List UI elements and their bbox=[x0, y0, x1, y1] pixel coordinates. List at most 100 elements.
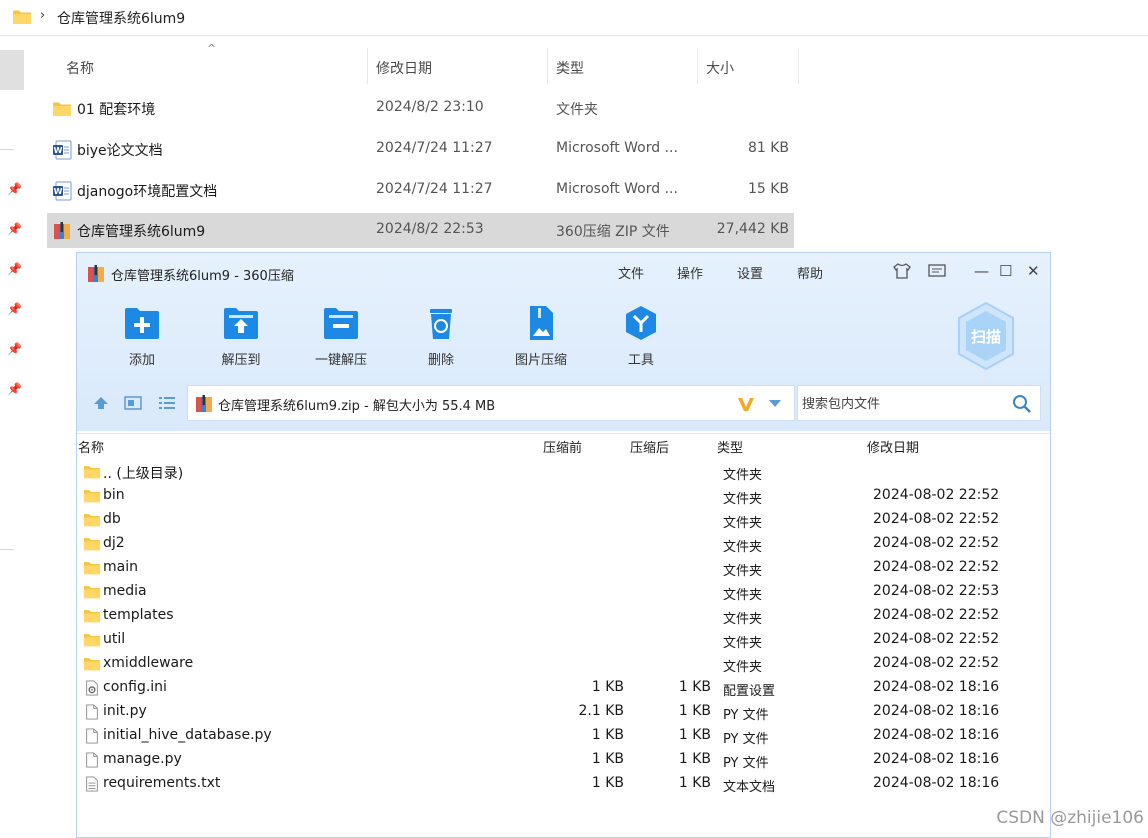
archive-row[interactable]: .. (上级目录) 文件夹 bbox=[77, 460, 1050, 484]
pin-icon[interactable]: 📌 bbox=[7, 222, 22, 236]
list-header-before[interactable]: 压缩前 bbox=[543, 437, 582, 456]
skin-icon[interactable] bbox=[892, 262, 912, 280]
column-header-size[interactable]: 大小 bbox=[706, 58, 734, 94]
archive-item-modified: 2024-08-02 18:16 bbox=[873, 727, 1000, 743]
file-type: Microsoft Word ... bbox=[556, 140, 678, 156]
archive-item-modified: 2024-08-02 22:52 bbox=[873, 631, 1000, 647]
file-type: 360压缩 ZIP 文件 bbox=[556, 224, 670, 240]
image-compress-button[interactable]: 图片压缩 bbox=[506, 299, 576, 369]
archive-item-modified: 2024-08-02 18:16 bbox=[873, 775, 1000, 791]
address-bar[interactable]: › 仓库管理系统6lum9 bbox=[0, 0, 1148, 36]
search-input[interactable] bbox=[802, 394, 1002, 414]
list-header-type[interactable]: 类型 bbox=[717, 437, 743, 456]
archive-item-type: 文件夹 bbox=[723, 492, 763, 507]
chevron-right-icon[interactable]: › bbox=[40, 8, 45, 23]
archive-row[interactable]: main 文件夹 2024-08-02 22:52 bbox=[77, 556, 1050, 580]
file-type: 文件夹 bbox=[556, 102, 598, 118]
archive-row[interactable]: media 文件夹 2024-08-02 22:53 bbox=[77, 580, 1050, 604]
file-row-selected[interactable]: 仓库管理系统6lum9 2024/8/2 22:53 360压缩 ZIP 文件 … bbox=[47, 213, 794, 248]
archive-row[interactable]: config.ini 1 KB 1 KB 配置设置 2024-08-02 18:16 bbox=[77, 676, 1050, 700]
archive-row[interactable]: requirements.txt 1 KB 1 KB 文本文档 2024-08-02 1… bbox=[77, 772, 1050, 796]
minimize-icon[interactable]: — bbox=[974, 262, 989, 280]
archive-path-field[interactable]: 仓库管理系统6lum9.zip - 解包大小为 55.4 MB bbox=[187, 385, 795, 421]
file-size: 27,442 KB bbox=[716, 221, 789, 237]
add-icon bbox=[125, 308, 159, 339]
list-header-after[interactable]: 压缩后 bbox=[630, 437, 669, 456]
archive-item-type: PY 文件 bbox=[723, 756, 769, 771]
archive-item-modified: 2024-08-02 22:52 bbox=[873, 535, 1000, 551]
archive-item-type: 文件夹 bbox=[723, 540, 763, 555]
archive-row[interactable]: db 文件夹 2024-08-02 22:52 bbox=[77, 508, 1050, 532]
folder-icon bbox=[83, 512, 101, 528]
config-file-icon bbox=[83, 680, 101, 696]
up-arrow-icon[interactable] bbox=[93, 396, 109, 410]
column-header-name[interactable]: 名称 bbox=[66, 58, 94, 94]
menu-help[interactable]: 帮助 bbox=[797, 263, 823, 282]
watermark: CSDN @zhijie106 bbox=[996, 808, 1144, 828]
archive-row[interactable]: templates 文件夹 2024-08-02 22:52 bbox=[77, 604, 1050, 628]
archive-item-size-after: 1 KB bbox=[678, 727, 711, 743]
menu-operate[interactable]: 操作 bbox=[677, 263, 703, 282]
nav-divider bbox=[0, 549, 14, 550]
one-click-extract-button[interactable]: 一键解压 bbox=[306, 299, 376, 369]
archive-item-modified: 2024-08-02 22:52 bbox=[873, 607, 1000, 623]
file-modified: 2024/7/24 11:27 bbox=[376, 140, 493, 156]
file-size: 15 KB bbox=[747, 181, 789, 197]
vip-icon[interactable] bbox=[736, 394, 756, 414]
archive-item-name: templates bbox=[103, 607, 174, 623]
thumbnail-view-icon[interactable] bbox=[124, 396, 142, 410]
list-header-modified[interactable]: 修改日期 bbox=[867, 437, 919, 456]
folder-icon bbox=[52, 99, 72, 119]
archive-row[interactable]: xmiddleware 文件夹 2024-08-02 22:52 bbox=[77, 652, 1050, 676]
file-row[interactable]: djanogo环境配置文档 2024/7/24 11:27 Microsoft … bbox=[47, 173, 794, 208]
list-view-icon[interactable] bbox=[158, 396, 176, 410]
archive-row[interactable]: dj2 文件夹 2024-08-02 22:52 bbox=[77, 532, 1050, 556]
tools-button[interactable]: 工具 bbox=[606, 299, 676, 369]
zip-app-logo-icon bbox=[86, 264, 106, 284]
scan-button[interactable]: 扫描 bbox=[955, 301, 1017, 371]
folder-icon bbox=[83, 632, 101, 648]
pin-icon[interactable]: 📌 bbox=[7, 302, 22, 316]
column-header-type[interactable]: 类型 bbox=[556, 58, 584, 94]
archive-row[interactable]: bin 文件夹 2024-08-02 22:52 bbox=[77, 484, 1050, 508]
delete-button[interactable]: 删除 bbox=[406, 299, 476, 369]
file-row[interactable]: 01 配套环境 2024/8/2 23:10 文件夹 bbox=[47, 91, 794, 126]
close-icon[interactable]: ✕ bbox=[1027, 262, 1040, 280]
add-button[interactable]: 添加 bbox=[107, 299, 177, 369]
archive-item-type: PY 文件 bbox=[723, 732, 769, 747]
archive-item-type: 文件夹 bbox=[723, 636, 763, 651]
archive-item-size-after: 1 KB bbox=[678, 751, 711, 767]
one-click-extract-icon bbox=[324, 308, 358, 339]
archive-item-name: config.ini bbox=[103, 679, 167, 695]
maximize-icon[interactable]: ☐ bbox=[999, 262, 1012, 280]
archive-item-name: media bbox=[103, 583, 147, 599]
pin-icon[interactable]: 📌 bbox=[7, 262, 22, 276]
scan-shield-icon: 扫描 bbox=[958, 301, 1014, 371]
search-icon[interactable] bbox=[1012, 394, 1032, 414]
file-row[interactable]: biye论文文档 2024/7/24 11:27 Microsoft Word … bbox=[47, 132, 794, 167]
menu-settings[interactable]: 设置 bbox=[737, 263, 763, 282]
search-field[interactable] bbox=[797, 385, 1041, 421]
archive-item-type: 文本文档 bbox=[723, 780, 776, 795]
archive-row[interactable]: initial_hive_database.py 1 KB 1 KB PY 文件 202… bbox=[77, 724, 1050, 748]
feedback-icon[interactable] bbox=[927, 263, 947, 279]
chevron-down-icon[interactable] bbox=[768, 399, 782, 409]
text-file-icon bbox=[83, 776, 101, 792]
archive-row[interactable]: util 文件夹 2024-08-02 22:52 bbox=[77, 628, 1050, 652]
archive-row[interactable]: init.py 2.1 KB 1 KB PY 文件 2024-08-02 18:16 bbox=[77, 700, 1050, 724]
archive-row[interactable]: manage.py 1 KB 1 KB PY 文件 2024-08-02 18:16 bbox=[77, 748, 1050, 772]
breadcrumb[interactable]: 仓库管理系统6lum9 bbox=[57, 8, 185, 28]
column-header-modified[interactable]: 修改日期 bbox=[376, 58, 432, 94]
pin-icon[interactable]: 📌 bbox=[7, 182, 22, 196]
folder-icon bbox=[12, 9, 32, 25]
menu-file[interactable]: 文件 bbox=[618, 263, 644, 282]
pin-icon[interactable]: 📌 bbox=[7, 382, 22, 396]
pin-icon[interactable]: 📌 bbox=[7, 342, 22, 356]
zip-window: 仓库管理系统6lum9 - 360压缩 文件 操作 设置 帮助 — ☐ ✕ 添加 bbox=[76, 252, 1051, 838]
archive-item-modified: 2024-08-02 22:52 bbox=[873, 559, 1000, 575]
list-header-name[interactable]: 名称 bbox=[78, 437, 104, 456]
archive-item-modified: 2024-08-02 22:52 bbox=[873, 655, 1000, 671]
extract-to-button[interactable]: 解压到 bbox=[206, 299, 276, 369]
nav-selected-item[interactable] bbox=[0, 50, 24, 90]
zip-archive-icon bbox=[52, 221, 72, 241]
